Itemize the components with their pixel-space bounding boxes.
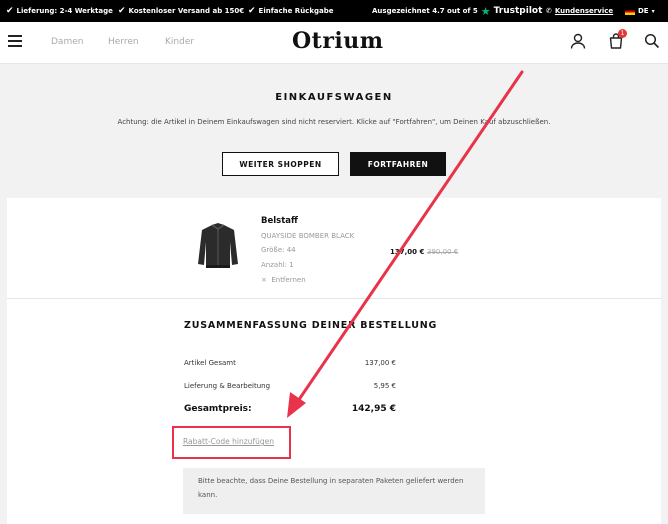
subtotal-label: Artikel Gesamt: [184, 359, 236, 367]
shipping-info-box: Bitte beachte, dass Deine Bestellung in …: [183, 468, 485, 514]
delivery-info: ✔ Lieferung: 2-4 Werktage: [6, 0, 113, 22]
search-icon[interactable]: [643, 32, 661, 50]
chevron-down-icon: ▾: [651, 7, 655, 15]
divider: [7, 298, 661, 299]
product-brand: Belstaff: [261, 216, 298, 226]
add-discount-code-link[interactable]: Rabatt-Code hinzufügen: [183, 437, 274, 446]
product-size: Größe: 44: [261, 246, 296, 254]
trustpilot-rating[interactable]: Ausgezeichnet 4.7 out of 5 ★ Trustpilot: [372, 0, 542, 22]
product-name: QUAYSIDE BOMBER BLACK: [261, 232, 355, 240]
announcement-bar: ✔ Lieferung: 2-4 Werktage ✔ Kostenloser …: [0, 0, 668, 22]
language-selector[interactable]: DE ▾: [625, 0, 655, 22]
shipping-label: Lieferung & Bearbeitung: [184, 382, 271, 390]
customer-service-link[interactable]: ✆ Kundenservice: [546, 0, 613, 22]
continue-shopping-button[interactable]: WEITER SHOPPEN: [222, 152, 339, 176]
total-label: Gesamtpreis:: [184, 404, 252, 414]
nav-item-kinder[interactable]: Kinder: [165, 37, 194, 47]
shipping-info: ✔ Kostenloser Versand ab 150€: [118, 0, 244, 22]
otrium-logo[interactable]: Otrium: [292, 28, 384, 54]
remove-label: Entfernen: [271, 276, 306, 284]
shipping-value: 5,95 €: [373, 382, 396, 390]
summary-title: ZUSAMMENFASSUNG DEINER BESTELLUNG: [184, 320, 438, 331]
product-image[interactable]: [197, 220, 239, 272]
product-price: 137,00 €: [390, 248, 425, 256]
subtotal-value: 137,00 €: [364, 359, 396, 367]
german-flag-icon: [625, 7, 635, 15]
cart-count-badge: 1: [618, 29, 627, 38]
customer-service-text: Kundenservice: [554, 7, 614, 15]
proceed-button[interactable]: FORTFAHREN: [350, 152, 446, 176]
close-icon: ×: [261, 276, 267, 284]
cart-icon[interactable]: 1: [607, 29, 627, 50]
trustpilot-logo: Trustpilot: [493, 6, 543, 16]
rating-text: Ausgezeichnet 4.7 out of 5: [372, 7, 478, 15]
nav-item-herren[interactable]: Herren: [108, 37, 139, 47]
check-icon: ✔: [118, 6, 126, 16]
shipping-text: Kostenloser Versand ab 150€: [128, 7, 245, 15]
nav-item-damen[interactable]: Damen: [51, 37, 83, 47]
check-icon: ✔: [6, 6, 14, 16]
returns-text: Einfache Rückgabe: [258, 7, 334, 15]
delivery-text: Lieferung: 2-4 Werktage: [16, 7, 113, 15]
product-quantity: Anzahl: 1: [261, 261, 294, 269]
menu-icon[interactable]: [8, 35, 22, 47]
language-label: DE: [638, 7, 649, 15]
account-icon[interactable]: [569, 32, 587, 50]
returns-info: ✔ Einfache Rückgabe: [248, 0, 333, 22]
check-icon: ✔: [248, 6, 256, 16]
total-value: 142,95 €: [351, 404, 396, 414]
product-original-price: 390,00 €: [427, 248, 459, 256]
remove-item-button[interactable]: × Entfernen: [261, 276, 306, 284]
phone-icon: ✆: [546, 7, 552, 15]
reservation-notice: Achtung: die Artikel in Deinem Einkaufsw…: [117, 118, 551, 126]
trustpilot-star-icon: ★: [480, 4, 491, 18]
page-title: EINKAUFSWAGEN: [275, 92, 393, 103]
site-header: Damen Herren Kinder Otrium 1: [0, 22, 668, 64]
